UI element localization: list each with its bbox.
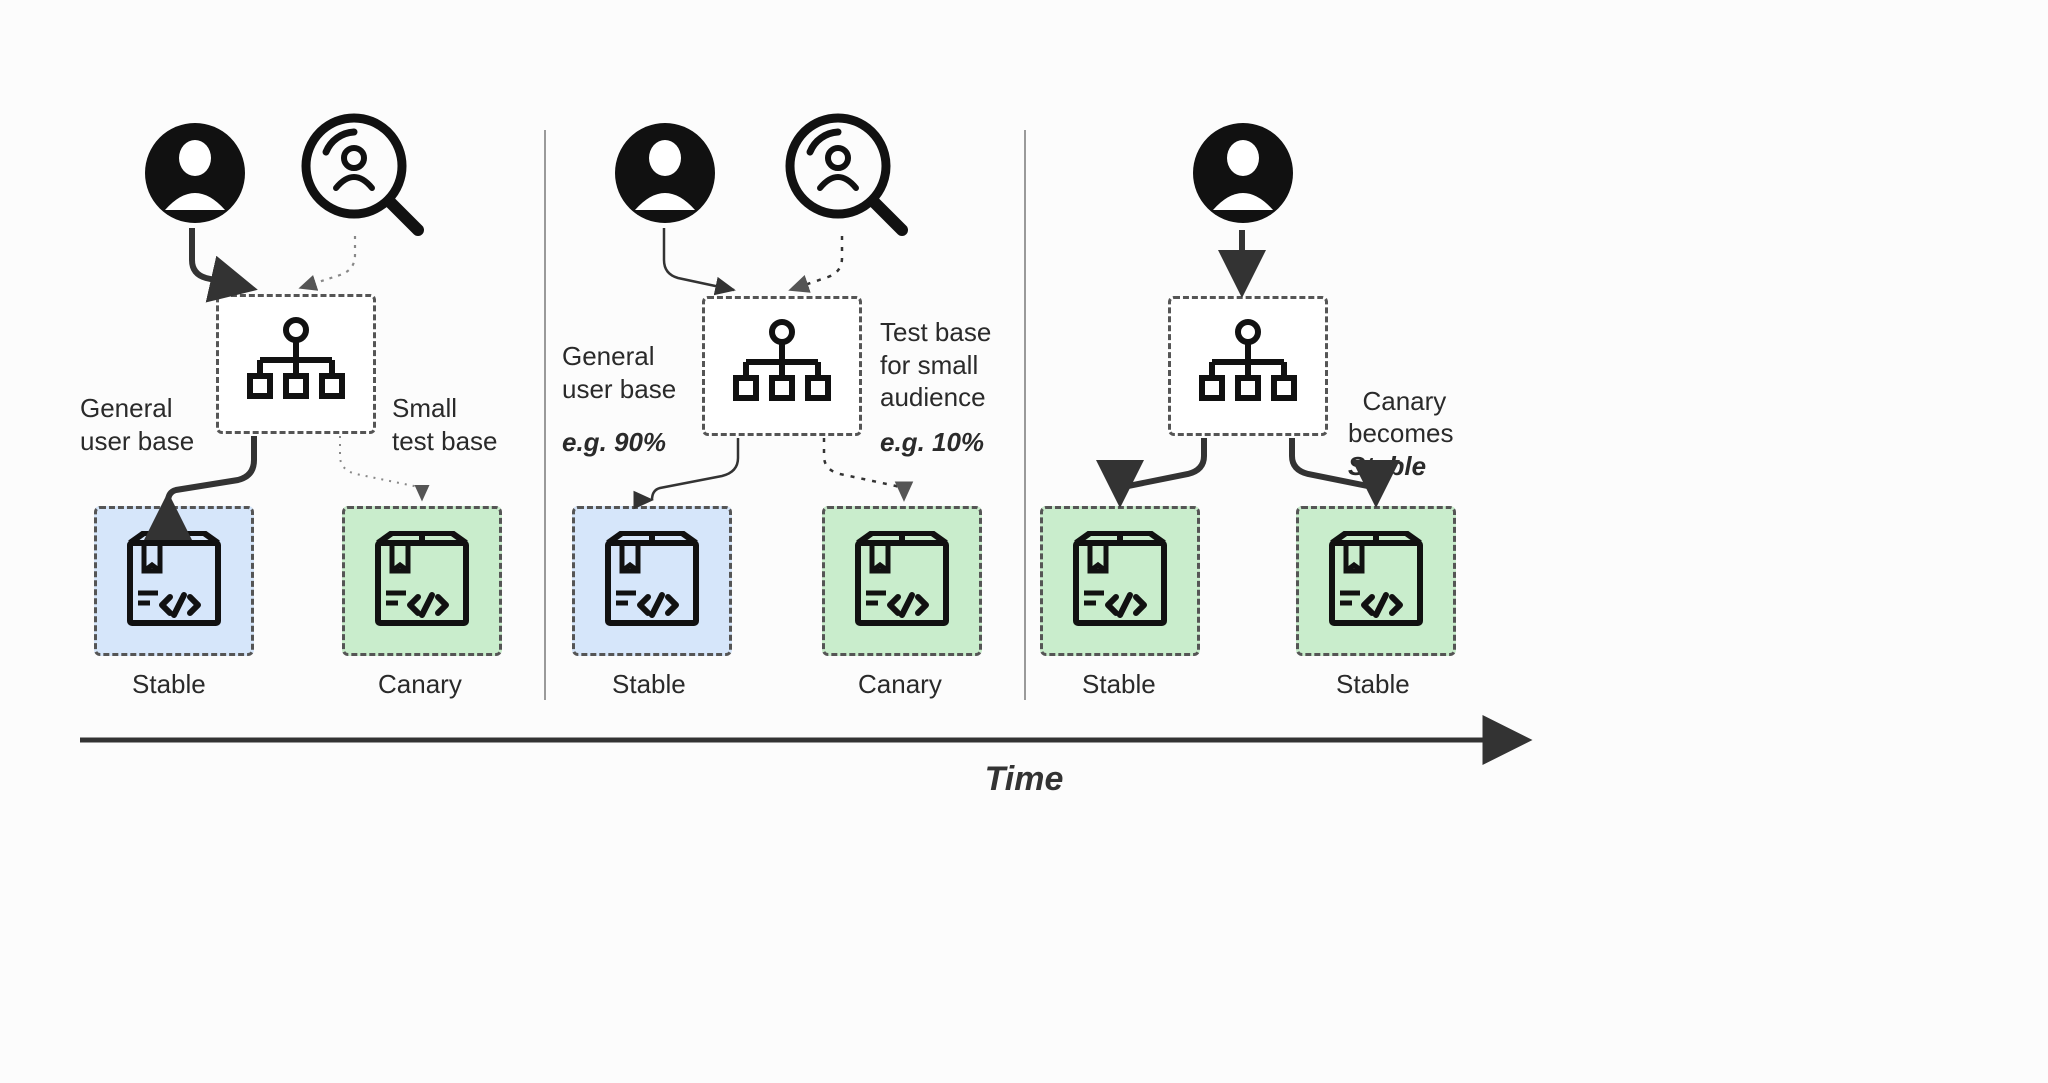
time-axis-label: Time (985, 760, 1064, 799)
phase3-left-pkg-label: Stable (1082, 668, 1156, 701)
phase2-right-label: Test base for small audience (880, 316, 991, 414)
load-balancer-box (702, 296, 862, 436)
user-search-icon (780, 108, 910, 238)
phase2-left-label: General user base (562, 340, 676, 405)
user-icon (140, 118, 250, 228)
phase1-left-label: General user base (80, 392, 194, 457)
phase2-left-label-em: e.g. 90% (562, 426, 666, 459)
divider-1 (544, 130, 546, 700)
package-box-stable-right (1296, 506, 1456, 656)
phase3-right-label-text: Canary becomes (1348, 386, 1454, 449)
package-box-canary (822, 506, 982, 656)
user-search-icon (296, 108, 426, 238)
user-icon (610, 118, 720, 228)
package-box-stable-left (1040, 506, 1200, 656)
load-balancer-box (216, 294, 376, 434)
phase2-left-pkg-label: Stable (612, 668, 686, 701)
package-box-canary (342, 506, 502, 656)
phase3-right-label-em: Stable (1348, 451, 1426, 481)
package-box-stable (572, 506, 732, 656)
phase1-right-label: Small test base (392, 392, 498, 457)
phase1-left-pkg-label: Stable (132, 668, 206, 701)
phase3-right-label: Canary becomes Stable (1348, 352, 1454, 482)
load-balancer-box (1168, 296, 1328, 436)
package-box-stable (94, 506, 254, 656)
divider-2 (1024, 130, 1026, 700)
phase3-right-pkg-label: Stable (1336, 668, 1410, 701)
phase2-right-label-em: e.g. 10% (880, 426, 984, 459)
phase1-right-pkg-label: Canary (378, 668, 462, 701)
user-icon (1188, 118, 1298, 228)
phase2-right-pkg-label: Canary (858, 668, 942, 701)
